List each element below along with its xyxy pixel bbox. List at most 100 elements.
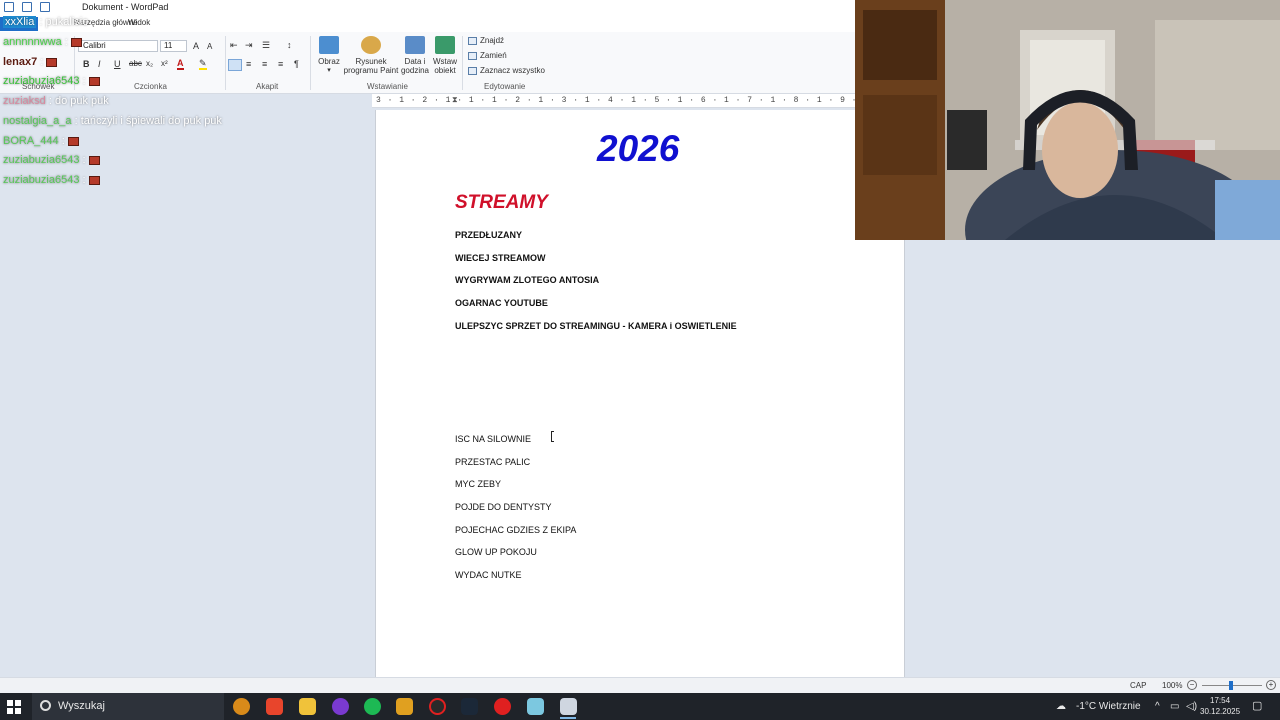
paragraph-icon[interactable]: ¶ — [294, 59, 299, 69]
save-icon[interactable] — [22, 2, 32, 12]
chat-username: BORA_444 — [3, 135, 59, 147]
window-title: Dokument - WordPad — [82, 2, 169, 12]
personal-goal: POJECHAC GDZIES Z EKIPA — [455, 525, 577, 535]
webcam-feed — [855, 0, 1280, 240]
chat-username: lenax7 — [3, 56, 38, 68]
quick-access-toolbar — [4, 2, 50, 12]
insert-object-button[interactable]: Wstaw obiekt — [431, 36, 459, 75]
taskbar-clock[interactable]: 17:54 30.12.2025 — [1200, 695, 1240, 717]
insert-datetime-button[interactable]: Data i godzina — [400, 36, 430, 75]
notepad-icon[interactable] — [527, 698, 544, 715]
insert-picture-label: Obraz — [318, 57, 340, 66]
personal-goal: WYDAC NUTKE — [455, 570, 522, 580]
strikethrough-icon[interactable]: abc — [129, 59, 142, 68]
replace-button[interactable]: Zamień — [468, 51, 507, 60]
replace-label: Zamień — [480, 51, 507, 60]
chat-username: nostalgia_a_a — [3, 115, 72, 127]
stream-goal: WIECEJ STREAMOW — [455, 253, 546, 263]
emote-icon — [67, 136, 79, 146]
group-insert-label: Wstawianie — [367, 82, 408, 91]
zoom-in-button[interactable]: + — [1266, 680, 1276, 690]
windows-start-icon[interactable] — [6, 699, 22, 715]
paint-icon — [361, 36, 381, 54]
font-name-select[interactable]: Calibri — [78, 40, 158, 52]
chat-username: xxXlia — [3, 16, 37, 28]
chat-message: zuziabuzia6543 : — [3, 154, 100, 166]
chat-message: zuziabuzia6543 : — [3, 75, 100, 87]
emote-icon — [46, 57, 58, 67]
indent-marker-icon[interactable]: ⧗ — [452, 95, 458, 105]
line-spacing-icon[interactable]: ↕ — [287, 40, 292, 50]
group-paragraph-label: Akapit — [256, 82, 279, 91]
insert-picture-button[interactable]: Obraz ▾ — [316, 36, 342, 75]
taskbar-search[interactable]: Wyszukaj — [32, 693, 224, 720]
chat-message: BORA_444 : — [3, 135, 79, 147]
find-label: Znajdź — [480, 36, 505, 45]
zoom-slider-thumb[interactable] — [1229, 681, 1233, 690]
tab-view[interactable]: Widok — [124, 17, 154, 28]
brave-icon[interactable] — [266, 698, 283, 715]
taskbar-app-icon[interactable] — [396, 698, 413, 715]
clock-date: 30.12.2025 — [1200, 707, 1241, 716]
find-button[interactable]: Znajdź — [468, 36, 504, 45]
spotify-icon[interactable] — [364, 698, 381, 715]
chat-text: pukalisie — [45, 16, 89, 28]
decrease-indent-icon[interactable]: ⇤ — [230, 40, 238, 51]
chat-username: zuziabuzia6543 — [3, 75, 80, 87]
volume-icon[interactable]: ◁) — [1186, 693, 1197, 720]
object-icon — [435, 36, 455, 54]
font-size-select[interactable]: 11 — [160, 40, 187, 52]
document-year: 2026 — [597, 128, 680, 169]
notifications-icon[interactable]: ▢ — [1252, 693, 1262, 720]
chat-message: annnnnwwa : — [3, 36, 82, 48]
justify-icon[interactable]: ≡ — [278, 59, 283, 69]
grow-font-icon[interactable]: A — [193, 41, 199, 51]
file-explorer-icon[interactable] — [299, 698, 316, 715]
italic-icon[interactable]: I — [98, 59, 101, 69]
align-right-icon[interactable]: ≡ — [262, 59, 267, 69]
personal-goal: POJDE DO DENTYSTY — [455, 502, 552, 512]
underline-icon[interactable]: U — [114, 59, 121, 69]
datetime-label-line2: godzina — [400, 66, 430, 75]
weather-widget[interactable]: -1°C Wietrznie — [1076, 693, 1141, 720]
increase-indent-icon[interactable]: ⇥ — [245, 40, 253, 51]
chat-username: annnnnwwa — [3, 36, 62, 48]
font-color-icon[interactable]: A — [177, 58, 184, 70]
shrink-font-icon[interactable]: A — [207, 42, 212, 51]
insert-paint-button[interactable]: Rysunek programu Paint — [342, 36, 400, 75]
subscript-icon[interactable]: x₂ — [146, 59, 153, 68]
group-font-label: Czcionka — [134, 82, 167, 91]
picture-icon — [319, 36, 339, 54]
weather-icon[interactable]: ☁ — [1056, 693, 1066, 720]
taskbar-app-icon[interactable] — [233, 698, 250, 715]
chat-text: tańczyli i śpiewali do puk puk — [80, 115, 222, 127]
align-center-icon[interactable]: ≡ — [246, 59, 251, 69]
chat-app-icon[interactable] — [332, 698, 349, 715]
stream-goal: ULEPSZYC SPRZET DO STREAMINGU - KAMERA i… — [455, 321, 737, 331]
undo-icon[interactable] — [40, 2, 50, 12]
emote-icon — [88, 175, 100, 185]
search-placeholder: Wyszukaj — [58, 700, 105, 712]
bold-icon[interactable]: B — [83, 59, 90, 69]
personal-goal: GLOW UP POKOJU — [455, 547, 537, 557]
obs-icon[interactable] — [429, 698, 446, 715]
chat-username: zuziaksd — [3, 95, 46, 107]
status-bar: CAP 100% − + — [0, 677, 1280, 693]
object-label-line1: Wstaw — [433, 57, 457, 66]
wordpad-icon[interactable] — [560, 698, 577, 715]
highlight-icon[interactable]: ✎ — [199, 59, 207, 70]
chevron-up-icon[interactable]: ^ — [1155, 693, 1160, 720]
active-app-indicator — [560, 717, 576, 719]
ruler[interactable]: 3 · 1 · 2 · 1 · 1 · 1 · 2 · 1 · 3 · 1 · … — [372, 94, 1147, 108]
superscript-icon[interactable]: x² — [161, 59, 168, 68]
search-icon — [40, 700, 51, 711]
select-all-button[interactable]: Zaznacz wszystko — [468, 66, 545, 75]
media-player-icon[interactable] — [494, 698, 511, 715]
align-left-icon[interactable] — [228, 59, 242, 71]
bullets-icon[interactable]: ☰ — [262, 40, 270, 51]
steam-icon[interactable] — [461, 698, 478, 715]
network-icon[interactable]: ▭ — [1170, 693, 1179, 720]
clock-time: 17:54 — [1210, 696, 1231, 705]
zoom-out-button[interactable]: − — [1187, 680, 1197, 690]
ribbon: Schowek Calibri 11 A A B I U abc x₂ x² A… — [0, 32, 855, 94]
